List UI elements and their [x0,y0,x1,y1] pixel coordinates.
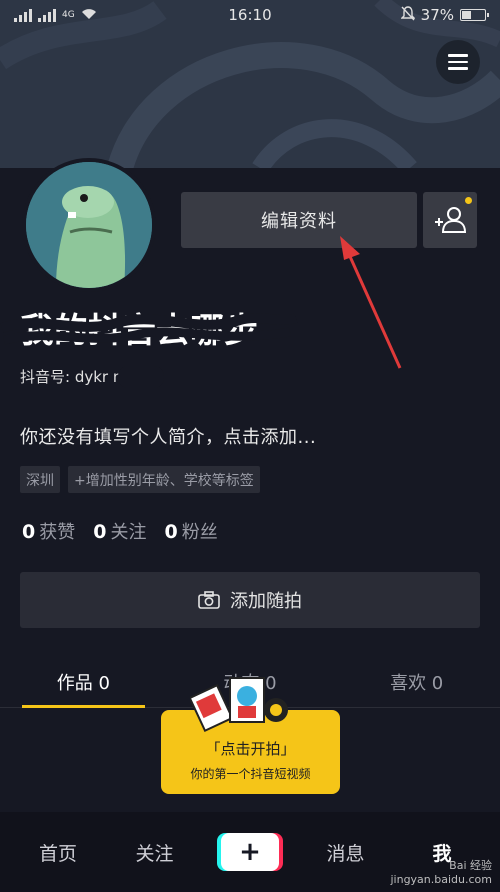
stat-likes[interactable]: 0 获赞 [22,518,75,544]
redaction-scribble [0,313,298,345]
notification-dot [465,197,472,204]
tab-likes[interactable]: 喜欢 0 [333,656,500,707]
status-time: 16:10 [228,6,272,24]
nav-following[interactable]: 关注 [125,839,185,866]
profile-stats: 0 获赞 0 关注 0 粉丝 [22,518,218,544]
tag-add-labels[interactable]: +增加性别年龄、学校等标签 [68,466,260,493]
bio-text[interactable]: 你还没有填写个人简介，点击添加... [20,423,316,449]
tab-works[interactable]: 作品 0 [0,656,167,708]
status-bar: 4G 16:10 37% [0,0,500,30]
popup-subtitle: 你的第一个抖音短视频 [190,767,311,781]
id-redaction [118,366,164,388]
create-video-button[interactable]: + [221,833,279,871]
popup-illustration [190,677,288,732]
mute-bell-icon [399,5,416,25]
avatar[interactable] [22,158,156,292]
stat-following[interactable]: 0 关注 [93,518,146,544]
tag-location[interactable]: 深圳 [20,466,60,493]
popup-title: 「点击开拍」 [205,740,296,758]
add-snapshot-label: 添加随拍 [230,591,302,612]
camera-icon [198,591,220,609]
add-friend-icon [435,207,466,233]
signal-icon [14,8,32,22]
watermark: Bai 经验 jingyan.baidu.com [390,859,492,886]
nav-messages[interactable]: 消息 [316,839,376,866]
battery-percent: 37% [420,6,454,24]
menu-button[interactable] [436,40,480,84]
nav-home[interactable]: 首页 [28,839,88,866]
add-snapshot-button[interactable]: 添加随拍 [20,572,480,628]
wifi-icon [81,6,97,24]
plus-icon: + [239,837,261,867]
signal-icon-2 [38,8,56,22]
hamburger-icon [448,54,468,57]
network-type: 4G [62,9,75,20]
battery-icon [460,9,489,21]
avatar-image [26,162,152,288]
profile-tags: 深圳 +增加性别年龄、学校等标签 [20,466,260,493]
annotation-arrow [340,236,402,369]
stat-followers[interactable]: 0 粉丝 [164,518,217,544]
add-friend-button[interactable] [423,192,477,248]
